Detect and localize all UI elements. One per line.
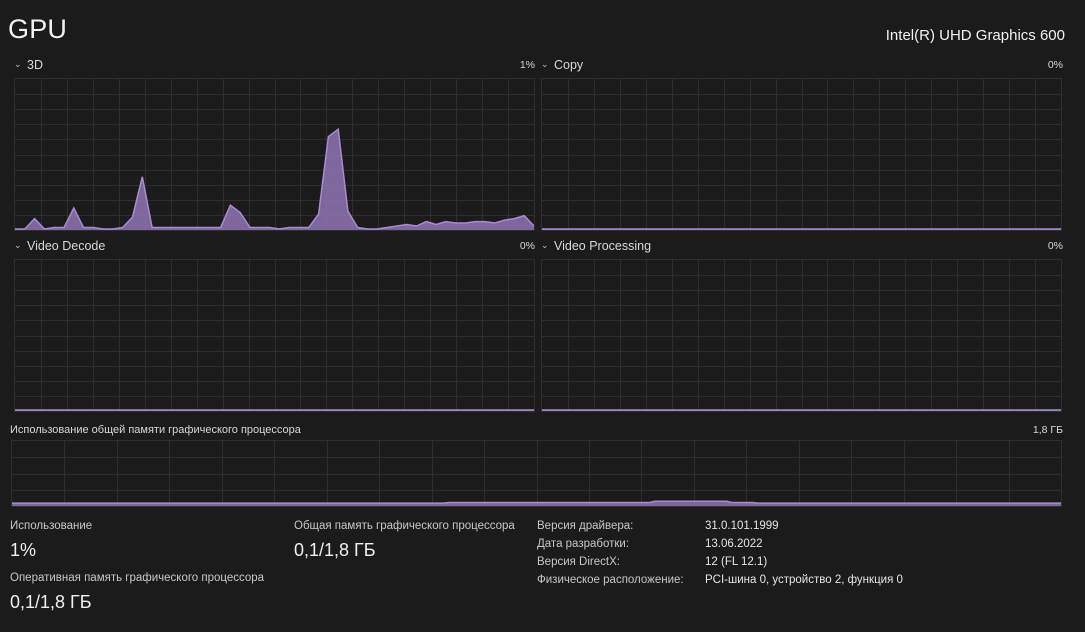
page-title: GPU bbox=[8, 14, 68, 44]
engine-copy-selector[interactable]: ⌄ Copy bbox=[541, 58, 583, 72]
engine-3d-graph bbox=[14, 78, 535, 231]
engine-copy-percent: 0% bbox=[1047, 59, 1063, 71]
engine-3d-percent: 1% bbox=[519, 59, 535, 71]
engine-3d-label: 3D bbox=[27, 58, 43, 72]
engine-copy-graph bbox=[541, 78, 1062, 231]
engine-copy-chart bbox=[542, 79, 1061, 230]
engine-video-processing-percent: 0% bbox=[1047, 240, 1063, 252]
physical-location-value: PCI-шина 0, устройство 2, функция 0 bbox=[705, 574, 903, 586]
chevron-down-icon: ⌄ bbox=[541, 58, 549, 69]
engine-video-decode-label: Video Decode bbox=[27, 239, 106, 253]
chevron-down-icon: ⌄ bbox=[541, 239, 549, 250]
engine-video-decode-chart bbox=[15, 260, 534, 411]
driver-version-key: Версия драйвера: bbox=[537, 520, 634, 532]
chevron-down-icon: ⌄ bbox=[14, 239, 22, 250]
engine-video-processing-graph bbox=[541, 259, 1062, 412]
shared-memory-label: Общая память графического процессора bbox=[294, 520, 515, 532]
dedicated-memory-label: Оперативная память графического процессо… bbox=[10, 572, 265, 584]
directx-version-value: 12 (FL 12.1) bbox=[705, 556, 768, 568]
shared-memory-chart bbox=[12, 441, 1061, 506]
physical-location-key: Физическое расположение: bbox=[537, 574, 684, 586]
dedicated-memory-value: 0,1/1,8 ГБ bbox=[10, 592, 92, 612]
directx-version-key: Версия DirectX: bbox=[537, 556, 620, 568]
shared-memory-max: 1,8 ГБ bbox=[1032, 424, 1063, 436]
usage-label: Использование bbox=[10, 520, 93, 532]
driver-date-value: 13.06.2022 bbox=[705, 538, 763, 550]
shared-memory-graph bbox=[11, 440, 1062, 507]
usage-value: 1% bbox=[10, 540, 37, 560]
gpu-adapter-name: Intel(R) UHD Graphics 600 bbox=[885, 27, 1065, 44]
shared-memory-value: 0,1/1,8 ГБ bbox=[294, 540, 376, 560]
chevron-down-icon: ⌄ bbox=[14, 58, 22, 69]
engine-3d-selector[interactable]: ⌄ 3D bbox=[14, 58, 43, 72]
engine-video-processing-selector[interactable]: ⌄ Video Processing bbox=[541, 239, 651, 253]
engine-video-processing-chart bbox=[542, 260, 1061, 411]
driver-version-value: 31.0.101.1999 bbox=[705, 520, 779, 532]
engine-3d-chart bbox=[15, 79, 534, 230]
shared-memory-usage-label: Использование общей памяти графического … bbox=[10, 424, 301, 436]
engine-copy-label: Copy bbox=[554, 58, 584, 72]
engine-video-decode-selector[interactable]: ⌄ Video Decode bbox=[14, 239, 105, 253]
engine-video-processing-label: Video Processing bbox=[554, 239, 652, 253]
engine-video-decode-percent: 0% bbox=[519, 240, 535, 252]
driver-date-key: Дата разработки: bbox=[537, 538, 630, 550]
engine-video-decode-graph bbox=[14, 259, 535, 412]
